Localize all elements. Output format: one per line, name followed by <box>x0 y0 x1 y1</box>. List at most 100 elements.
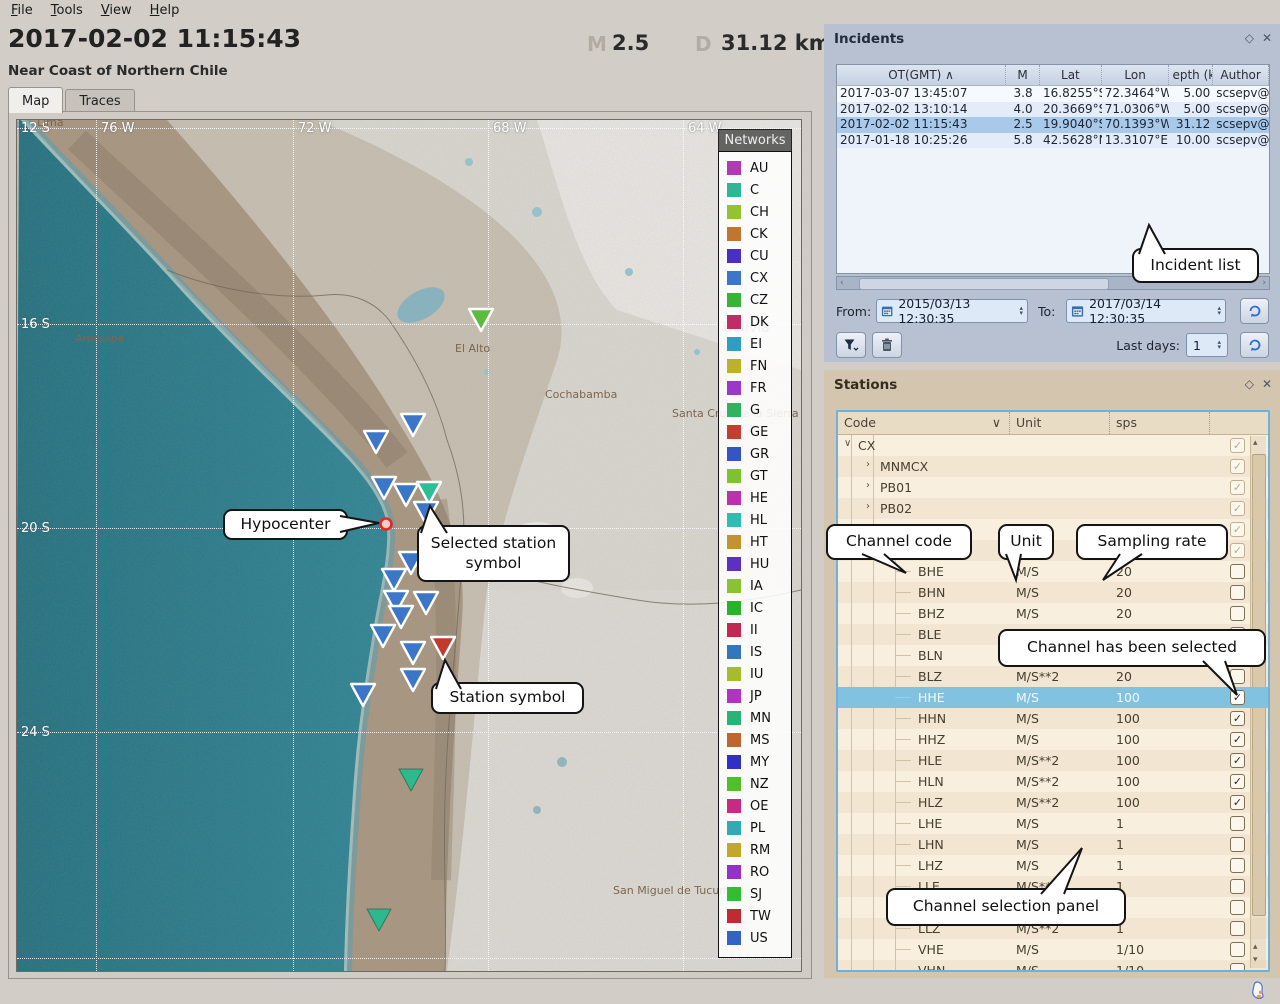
channel-checkbox[interactable] <box>1230 480 1245 495</box>
station-row[interactable]: ›MNMCX <box>838 456 1268 477</box>
incident-row[interactable]: 2017-02-02 13:10:144.020.3669°S71.0306°W… <box>837 102 1269 118</box>
channel-row[interactable]: HLEM/S**2100 <box>838 750 1268 771</box>
close-icon[interactable]: ✕ <box>1262 31 1272 45</box>
channel-checkbox[interactable] <box>1230 669 1245 684</box>
clear-button[interactable] <box>872 332 902 358</box>
column-epth-km[interactable]: epth (km <box>1169 65 1213 85</box>
channel-checkbox[interactable] <box>1230 606 1245 621</box>
station-marker[interactable] <box>351 684 375 706</box>
from-date-input[interactable]: 2015/03/13 12:30:35 ▴▾ <box>876 299 1028 323</box>
channel-row[interactable]: VHEM/S1/10 <box>838 939 1268 960</box>
channel-row[interactable]: HLNM/S**2100 <box>838 771 1268 792</box>
channel-row[interactable]: LHZM/S1 <box>838 855 1268 876</box>
channel-row[interactable]: LHEM/S1 <box>838 813 1268 834</box>
channel-checkbox[interactable] <box>1230 921 1245 936</box>
channel-checkbox[interactable] <box>1230 501 1245 516</box>
refresh-button[interactable] <box>1240 332 1269 358</box>
channel-row[interactable]: LHNM/S1 <box>838 834 1268 855</box>
menu-help[interactable]: Help <box>141 0 189 21</box>
column-lon[interactable]: Lon <box>1102 65 1170 85</box>
spinner-icon[interactable]: ▴▾ <box>1217 340 1221 350</box>
channel-row[interactable]: BLZM/S**220 <box>838 666 1268 687</box>
channel-checkbox[interactable] <box>1230 837 1245 852</box>
column-m[interactable]: M <box>1006 65 1040 85</box>
station-marker[interactable] <box>367 909 391 931</box>
channel-checkbox[interactable] <box>1230 795 1245 810</box>
station-row[interactable]: ›PB01 <box>838 477 1268 498</box>
channel-tree-header[interactable]: Code ∨ Unit sps <box>838 412 1268 435</box>
column-sps[interactable]: sps <box>1110 412 1210 434</box>
scrollbar-thumb[interactable] <box>859 278 1109 290</box>
channel-checkbox[interactable] <box>1230 816 1245 831</box>
spinner-icon[interactable]: ▴▾ <box>1217 306 1221 316</box>
station-marker[interactable] <box>401 669 425 691</box>
last-days-input[interactable]: 1 ▴▾ <box>1186 333 1228 357</box>
scroll-left-icon[interactable]: ‹ <box>840 277 844 289</box>
station-marker[interactable] <box>371 625 395 647</box>
close-icon[interactable]: ✕ <box>1262 377 1272 391</box>
incident-row[interactable]: 2017-01-18 10:25:265.842.5628°N13.3107°E… <box>837 133 1269 149</box>
float-icon[interactable]: ◇ <box>1245 377 1254 391</box>
column-author[interactable]: Author <box>1213 65 1269 85</box>
channel-row[interactable]: BHNM/S20 <box>838 582 1268 603</box>
channel-checkbox[interactable] <box>1230 753 1245 768</box>
expander-icon[interactable]: ∨ <box>844 438 851 449</box>
spinner-icon[interactable]: ▴▾ <box>1019 306 1023 316</box>
station-row[interactable]: ›PB02 <box>838 498 1268 519</box>
station-marker[interactable] <box>414 592 438 614</box>
column-lat[interactable]: Lat <box>1040 65 1102 85</box>
menu-file[interactable]: File <box>2 0 42 21</box>
map[interactable]: 12 S16 S20 S24 S76 W72 W68 W64 W LimaAre… <box>16 119 802 972</box>
expander-icon[interactable]: › <box>866 480 870 491</box>
expander-icon[interactable]: › <box>866 459 870 470</box>
channel-checkbox[interactable] <box>1230 711 1245 726</box>
column-ot-gmt-[interactable]: OT(GMT) ∧ <box>837 65 1006 85</box>
station-marker[interactable] <box>401 642 425 664</box>
channel-checkbox[interactable] <box>1230 585 1245 600</box>
channel-row[interactable]: HLZM/S**2100 <box>838 792 1268 813</box>
tab-traces[interactable]: Traces <box>65 89 134 113</box>
channel-checkbox[interactable] <box>1230 942 1245 957</box>
channel-row[interactable]: HHEM/S100 <box>838 687 1268 708</box>
channel-checkbox[interactable] <box>1230 438 1245 453</box>
filter-button[interactable] <box>836 332 866 358</box>
channel-checkbox[interactable] <box>1230 900 1245 915</box>
expander-icon[interactable]: › <box>866 501 870 512</box>
to-date-input[interactable]: 2017/03/14 12:30:35 ▴▾ <box>1066 299 1226 323</box>
hypocenter-marker[interactable] <box>381 519 392 530</box>
station-marker[interactable] <box>417 482 441 504</box>
station-marker[interactable] <box>431 637 455 659</box>
menu-tools[interactable]: Tools <box>42 0 92 21</box>
station-marker[interactable] <box>469 309 493 331</box>
station-marker[interactable] <box>372 477 396 499</box>
channel-checkbox[interactable] <box>1230 879 1245 894</box>
channel-checkbox[interactable] <box>1230 774 1245 789</box>
channel-checkbox[interactable] <box>1230 543 1245 558</box>
channel-checkbox[interactable] <box>1230 963 1245 972</box>
incident-row[interactable]: 2017-02-02 11:15:432.519.9040°S70.1393°W… <box>837 117 1269 133</box>
channel-row[interactable]: HHNM/S100 <box>838 708 1268 729</box>
menu-view[interactable]: View <box>92 0 141 21</box>
incident-table[interactable]: OT(GMT) ∧MLatLonepth (kmAuthor 2017-03-0… <box>836 64 1270 274</box>
channel-checkbox[interactable] <box>1230 522 1245 537</box>
network-row[interactable]: ∨CX <box>838 435 1268 456</box>
channel-checkbox[interactable] <box>1230 690 1245 705</box>
tab-map[interactable]: Map <box>8 87 63 113</box>
channel-row[interactable]: BHZM/S20 <box>838 603 1268 624</box>
station-marker[interactable] <box>399 769 423 791</box>
channel-checkbox[interactable] <box>1230 459 1245 474</box>
column-code[interactable]: Code ∨ <box>838 412 1010 434</box>
float-icon[interactable]: ◇ <box>1245 31 1254 45</box>
channel-row[interactable]: HHZM/S100 <box>838 729 1268 750</box>
station-marker[interactable] <box>401 414 425 436</box>
channel-checkbox[interactable] <box>1230 732 1245 747</box>
station-marker[interactable] <box>364 431 388 453</box>
refresh-button[interactable] <box>1240 298 1269 324</box>
channel-row[interactable]: VHNM/S1/10 <box>838 960 1268 972</box>
scroll-right-icon[interactable]: › <box>1262 277 1266 289</box>
channel-checkbox[interactable] <box>1230 858 1245 873</box>
channel-row[interactable]: BHEM/S20 <box>838 561 1268 582</box>
incident-row[interactable]: 2017-03-07 13:45:073.816.8255°S72.3464°W… <box>837 86 1269 102</box>
station-marker[interactable] <box>414 502 438 524</box>
station-marker[interactable] <box>382 569 406 591</box>
